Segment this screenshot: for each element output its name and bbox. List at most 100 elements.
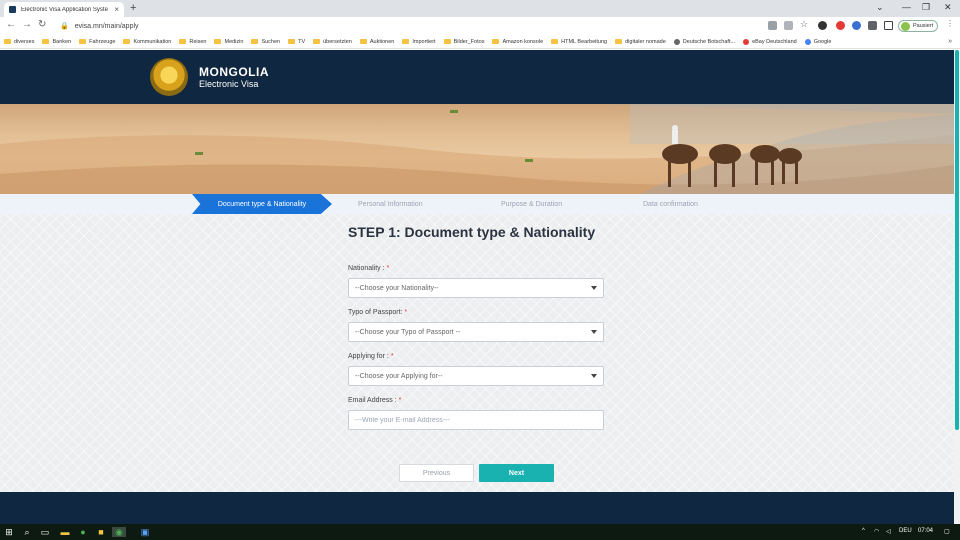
share-icon[interactable]	[784, 21, 793, 30]
profile-button[interactable]: Pausiert	[898, 20, 939, 32]
address-bar[interactable]: 🔒 evisa.mn/main/apply	[60, 19, 760, 33]
search-icon[interactable]: ⌕	[22, 527, 32, 537]
folder-icon	[288, 39, 296, 44]
bookmark-item[interactable]: Bilder_Fotos	[443, 39, 484, 45]
bookmark-item[interactable]: digitaler nomade	[615, 39, 666, 45]
extension-puzzle-icon[interactable]	[868, 21, 877, 30]
required-mark: *	[386, 265, 390, 272]
page-content: MONGOLIA Electronic Visa Document type &…	[0, 50, 960, 524]
star-icon[interactable]: ☆	[800, 19, 809, 29]
sidepanel-icon[interactable]	[884, 21, 893, 30]
step-personal-information[interactable]: Personal Information	[358, 194, 423, 214]
mongolia-emblem-icon[interactable]	[150, 58, 188, 96]
lock-icon[interactable]: 🔒	[60, 22, 69, 30]
new-tab-button[interactable]: +	[130, 2, 136, 14]
maximize-button[interactable]: ❐	[922, 2, 930, 13]
page-scrollbar[interactable]	[954, 50, 960, 524]
folder-icon	[251, 39, 259, 44]
globe-icon	[673, 38, 680, 45]
site-footer	[0, 492, 960, 524]
bookmarks-overflow-icon[interactable]: »	[948, 38, 952, 45]
network-icon[interactable]: ◠	[874, 528, 879, 535]
clock[interactable]: 07:04	[918, 528, 933, 534]
folder-icon	[551, 39, 559, 44]
language-indicator[interactable]: DEU	[899, 528, 912, 534]
step-document-type[interactable]: Document type & Nationality	[192, 194, 332, 214]
brand-subtitle[interactable]: Electronic Visa	[199, 79, 258, 89]
extension-1-icon[interactable]	[818, 21, 827, 30]
passport-type-label: Typo of Passport: *	[348, 309, 408, 316]
bookmark-item[interactable]: Deutsche Botschaft...	[673, 38, 735, 45]
bookmark-item[interactable]: Fahrzeuge	[79, 39, 115, 45]
bookmark-item[interactable]: Auktionen	[359, 39, 394, 45]
folder-icon	[4, 39, 11, 44]
bookmark-item[interactable]: übersetzten	[313, 39, 352, 45]
adblock-icon[interactable]	[836, 21, 845, 30]
menu-icon[interactable]: ⋮	[946, 19, 954, 28]
scrollbar-thumb[interactable]	[955, 50, 959, 430]
folder-icon	[79, 39, 87, 44]
close-window-button[interactable]: ✕	[944, 2, 952, 13]
minimize-button[interactable]: —	[902, 2, 911, 12]
bookmark-item[interactable]: Suchen	[251, 39, 280, 45]
site-favicon-icon	[9, 6, 16, 13]
ebay-icon	[743, 38, 750, 45]
bookmark-item[interactable]: Importiert	[402, 39, 436, 45]
brand-title[interactable]: MONGOLIA	[199, 65, 269, 79]
applying-for-select[interactable]: --Choose your Applying for--	[348, 366, 604, 386]
bookmark-item[interactable]: Amazon konsole	[492, 39, 543, 45]
bookmark-item[interactable]: diverses	[4, 39, 34, 45]
previous-button[interactable]: Previous	[399, 464, 474, 482]
bookmark-item[interactable]: HTML Bearbeitung	[551, 39, 607, 45]
progress-steps: Document type & Nationality Personal Inf…	[0, 194, 960, 214]
app-icon[interactable]: ■	[96, 527, 106, 537]
chrome-icon[interactable]: ◉	[112, 527, 126, 537]
bookmark-item[interactable]: eBay Deutschland	[743, 38, 797, 45]
folder-icon	[359, 39, 367, 44]
bookmarks-bar: diverses Banken Fahrzeuge Kommunikation …	[0, 35, 960, 49]
folder-icon	[123, 39, 131, 44]
bookmark-item[interactable]: TV	[288, 39, 305, 45]
step-purpose-duration[interactable]: Purpose & Duration	[501, 194, 562, 214]
folder-icon	[179, 39, 187, 44]
folder-icon	[443, 39, 451, 44]
folder-icon	[313, 39, 321, 44]
bookmark-item[interactable]: Medizin	[214, 39, 243, 45]
whatsapp-icon[interactable]: ●	[78, 527, 88, 537]
required-mark: *	[398, 397, 402, 404]
forward-icon[interactable]: →	[22, 19, 32, 30]
chevron-down-icon	[591, 374, 597, 378]
windows-taskbar: ⊞ ⌕ ▭ ▬ ● ■ ◉ ▣ ^ ◠ ◁ DEU 07:04 ▢	[0, 524, 960, 540]
file-explorer-icon[interactable]: ▬	[60, 527, 70, 537]
tab-search-icon[interactable]: ⌄	[876, 2, 884, 13]
task-view-icon[interactable]: ▭	[40, 527, 50, 537]
bookmark-item[interactable]: Kommunikation	[123, 39, 171, 45]
windows-start-icon[interactable]: ⊞	[4, 527, 14, 537]
bookmark-item[interactable]: Banken	[42, 39, 71, 45]
email-field[interactable]	[348, 410, 604, 430]
browser-toolbar: ← → ↻ 🔒 evisa.mn/main/apply ☆ Pausiert ⋮	[0, 17, 960, 35]
browser-tab[interactable]: Electronic Visa Application Syste ×	[4, 2, 124, 17]
translate-icon[interactable]	[768, 21, 777, 30]
chevron-down-icon	[591, 330, 597, 334]
bookmark-item[interactable]: Google	[804, 38, 831, 45]
extension-2-icon[interactable]	[852, 21, 861, 30]
chevron-down-icon	[591, 286, 597, 290]
folder-icon	[615, 39, 623, 44]
next-button[interactable]: Next	[479, 464, 554, 482]
google-icon	[804, 38, 811, 45]
bookmark-item[interactable]: Reisen	[179, 39, 206, 45]
notifications-icon[interactable]: ▢	[944, 528, 950, 535]
reload-icon[interactable]: ↻	[38, 19, 46, 30]
passport-type-select[interactable]: --Choose your Typo of Passport --	[348, 322, 604, 342]
tab-close-icon[interactable]: ×	[114, 5, 119, 14]
back-icon[interactable]: ←	[6, 19, 16, 30]
step-data-confirmation[interactable]: Data confirmation	[643, 194, 698, 214]
background-pattern	[0, 214, 960, 492]
volume-icon[interactable]: ◁	[886, 528, 891, 535]
nationality-select[interactable]: --Choose your Nationality--	[348, 278, 604, 298]
tray-expand-icon[interactable]: ^	[862, 528, 865, 534]
photoshop-icon[interactable]: ▣	[140, 527, 150, 537]
profile-label: Pausiert	[913, 23, 934, 29]
tab-title: Electronic Visa Application Syste	[21, 6, 108, 13]
